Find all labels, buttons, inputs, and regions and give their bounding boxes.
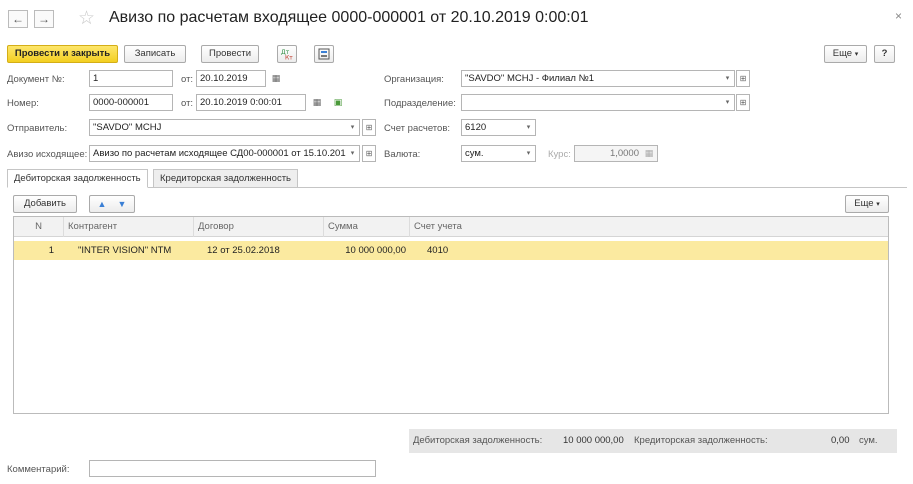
doc-date-from-label: от: <box>181 74 194 85</box>
favorite-star-icon[interactable]: ☆ <box>78 7 95 30</box>
division-field[interactable] <box>461 94 722 111</box>
organization-field[interactable]: "SAVDO" MCHJ - Филиал №1 <box>461 70 722 87</box>
chevron-down-icon: ▾ <box>854 51 859 58</box>
arrow-left-icon: ← <box>12 12 24 26</box>
move-down-icon[interactable]: ▼ <box>112 196 132 212</box>
table-header: N Контрагент Договор Сумма Счет учета <box>14 217 888 237</box>
close-icon[interactable]: × <box>895 9 902 23</box>
number-field[interactable]: 0000-000001 <box>89 94 173 111</box>
outgoing-advice-open-icon[interactable]: ⊞ <box>362 145 376 162</box>
doc-no-field[interactable]: 1 <box>89 70 173 87</box>
doc-date-field[interactable]: 20.10.2019 <box>196 70 266 87</box>
save-button[interactable]: Записать <box>124 45 186 63</box>
outgoing-advice-dropdown-icon[interactable]: ▾ <box>346 145 360 162</box>
totals-currency: сум. <box>859 435 878 446</box>
account-dropdown-icon[interactable]: ▾ <box>522 119 536 136</box>
move-buttons: ▲ ▼ <box>89 195 135 213</box>
column-header-n[interactable]: N <box>14 217 64 237</box>
currency-dropdown-icon[interactable]: ▾ <box>522 145 536 162</box>
chevron-down-icon: ▾ <box>876 201 880 208</box>
sender-open-icon[interactable]: ⊞ <box>362 119 376 136</box>
post-and-close-button[interactable]: Провести и закрыть <box>7 45 118 63</box>
payables-total-label: Кредиторская задолженность: <box>634 435 768 446</box>
post-button[interactable]: Провести <box>201 45 259 63</box>
sender-field[interactable]: "SAVDO" MCHJ <box>89 119 347 136</box>
add-row-button[interactable]: Добавить <box>13 195 77 213</box>
calendar-icon[interactable]: ▦ <box>309 94 325 111</box>
column-header-contract[interactable]: Договор <box>194 217 324 237</box>
more-label: Еще <box>832 48 853 59</box>
receivables-table[interactable]: N Контрагент Договор Сумма Счет учета 1 … <box>13 216 889 414</box>
number-date-from-label: от: <box>181 98 194 109</box>
doc-no-label: Документ №: <box>7 74 65 85</box>
back-button[interactable]: ← <box>8 10 28 28</box>
comment-label: Комментарий: <box>7 464 70 475</box>
outgoing-advice-label: Авизо исходящее: <box>7 149 88 160</box>
tab-payables[interactable]: Кредиторская задолженность <box>153 169 299 188</box>
sender-dropdown-icon[interactable]: ▾ <box>346 119 360 136</box>
table-more-button[interactable]: Еще ▾ <box>845 195 889 213</box>
payables-total-value: 0,00 <box>831 435 850 446</box>
organization-label: Организация: <box>384 74 444 85</box>
calendar-icon[interactable]: ▦ <box>268 70 284 87</box>
account-label: Счет расчетов: <box>384 123 451 134</box>
number-label: Номер: <box>7 98 39 109</box>
edit-number-icon[interactable]: ▣ <box>330 94 346 111</box>
division-open-icon[interactable]: ⊞ <box>736 94 750 111</box>
division-dropdown-icon[interactable]: ▾ <box>721 94 735 111</box>
forward-button[interactable]: → <box>34 10 54 28</box>
svg-text:Кт: Кт <box>285 55 293 61</box>
move-up-icon[interactable]: ▲ <box>92 196 112 212</box>
rate-label: Курс: <box>548 149 571 160</box>
division-label: Подразделение: <box>384 98 456 109</box>
row-amount: 10 000 000,00 <box>345 245 406 256</box>
tab-receivables[interactable]: Дебиторская задолженность <box>7 169 148 188</box>
row-contract: 12 от 25.02.2018 <box>207 245 280 256</box>
totals-bar: Дебиторская задолженность: 10 000 000,00… <box>409 429 897 453</box>
receivables-total-value: 10 000 000,00 <box>563 435 624 446</box>
column-header-amount[interactable]: Сумма <box>324 217 410 237</box>
more-button[interactable]: Еще ▾ <box>824 45 867 63</box>
print-structure-button[interactable] <box>314 45 334 63</box>
calculator-icon: ▦ <box>644 148 654 158</box>
receivables-total-label: Дебиторская задолженность: <box>413 435 543 446</box>
dt-kt-report-button[interactable]: Дт Кт <box>277 45 297 63</box>
row-account: 4010 <box>427 245 449 256</box>
help-button[interactable]: ? <box>874 45 895 63</box>
organization-open-icon[interactable]: ⊞ <box>736 70 750 87</box>
structure-icon <box>318 48 330 60</box>
account-field[interactable]: 6120 <box>461 119 523 136</box>
number-date-field[interactable]: 20.10.2019 0:00:01 <box>196 94 306 111</box>
arrow-right-icon: → <box>38 12 50 26</box>
table-more-label: Еще <box>854 198 874 209</box>
row-counterparty: "INTER VISION" NTM <box>78 245 172 256</box>
organization-dropdown-icon[interactable]: ▾ <box>721 70 735 87</box>
comment-field[interactable] <box>89 460 376 477</box>
dt-kt-icon: Дт Кт <box>281 49 293 62</box>
table-row[interactable]: 1 "INTER VISION" NTM 12 от 25.02.2018 10… <box>14 241 888 260</box>
column-header-counterparty[interactable]: Контрагент <box>64 217 194 237</box>
currency-field[interactable]: сум. <box>461 145 523 162</box>
column-header-account[interactable]: Счет учета <box>410 217 888 237</box>
sender-label: Отправитель: <box>7 123 68 134</box>
window-title: Авизо по расчетам входящее 0000-000001 о… <box>109 9 589 26</box>
outgoing-advice-field[interactable]: Авизо по расчетам исходящее СД00-000001 … <box>89 145 347 162</box>
currency-label: Валюта: <box>384 149 421 160</box>
row-number: 1 <box>48 245 54 256</box>
